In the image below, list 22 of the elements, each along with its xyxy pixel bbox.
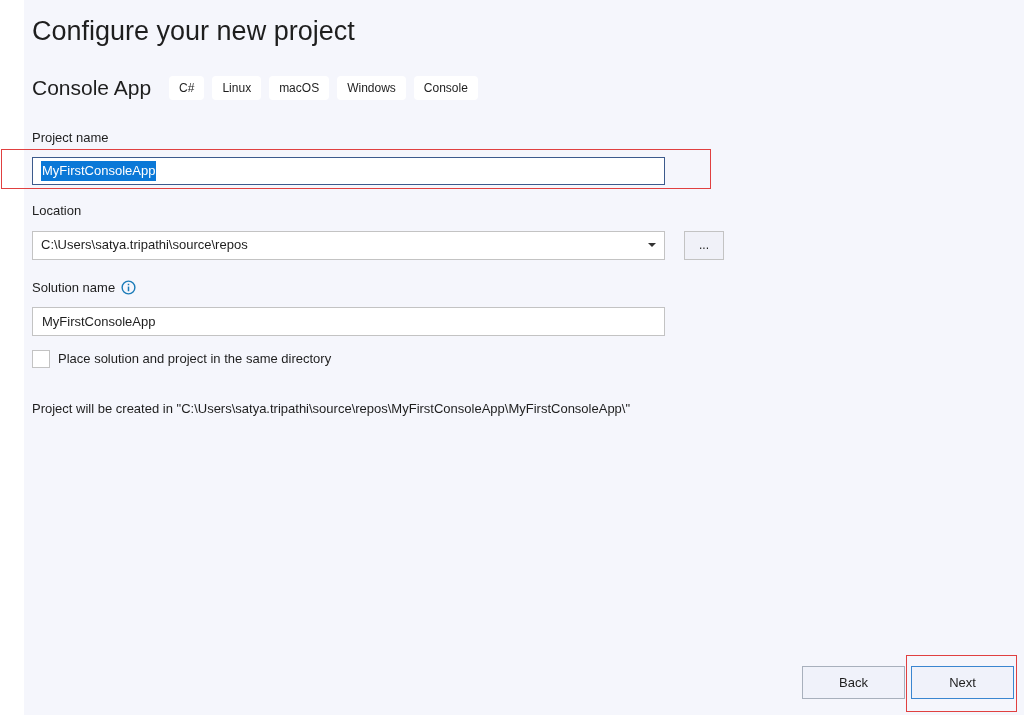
tag: macOS: [269, 75, 330, 100]
caret-icon: [648, 243, 656, 247]
checkbox[interactable]: [32, 349, 50, 368]
input-field[interactable]: MyFirstConsoleApp: [32, 157, 665, 185]
tag: Linux: [212, 75, 262, 100]
tag: Console: [413, 75, 478, 100]
template-name: Console App: [32, 75, 152, 101]
field-label: Solution name: [32, 278, 116, 297]
tag: C#: [169, 75, 205, 100]
summary-text: Project will be created in "C:\Users\satya.tripathi\source\repos\MyFirstConsoleApp\MyFirstConsoleApp\": [32, 399, 631, 418]
checkbox-label: Place solution and project in the same directory: [58, 350, 332, 368]
info-icon: [121, 279, 137, 295]
input-field[interactable]: MyFirstConsoleApp: [32, 307, 665, 336]
field-label: Location: [32, 202, 82, 220]
location-dropdown[interactable]: C:\Users\satya.tripathi\source\repos: [32, 230, 665, 260]
page-title: Configure your new project: [32, 15, 355, 48]
tag: Windows: [337, 75, 406, 100]
dialog-button[interactable]: Next: [911, 666, 1014, 699]
field-label: Project name: [32, 128, 109, 147]
browse-button[interactable]: ...: [684, 230, 724, 260]
field-value: MyFirstConsoleApp: [41, 161, 157, 181]
dialog-button[interactable]: Back: [802, 666, 905, 699]
